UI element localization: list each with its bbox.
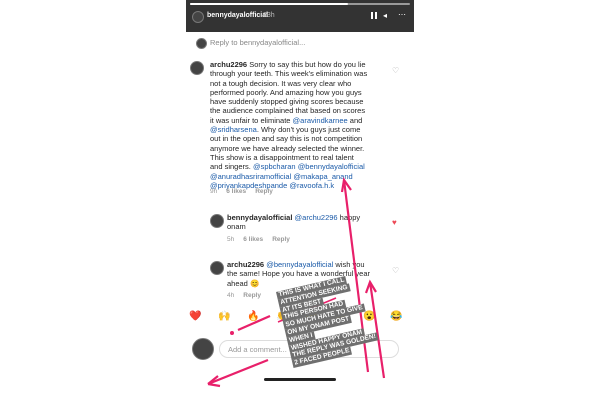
arrow-head [340, 177, 352, 193]
story-viewer: bennydayalofficial 23h ◂ ⋯ Reply to benn… [186, 0, 414, 400]
arrow-dot [230, 331, 234, 335]
arrow-left [237, 314, 271, 332]
arrow-to-avatar [207, 358, 269, 386]
